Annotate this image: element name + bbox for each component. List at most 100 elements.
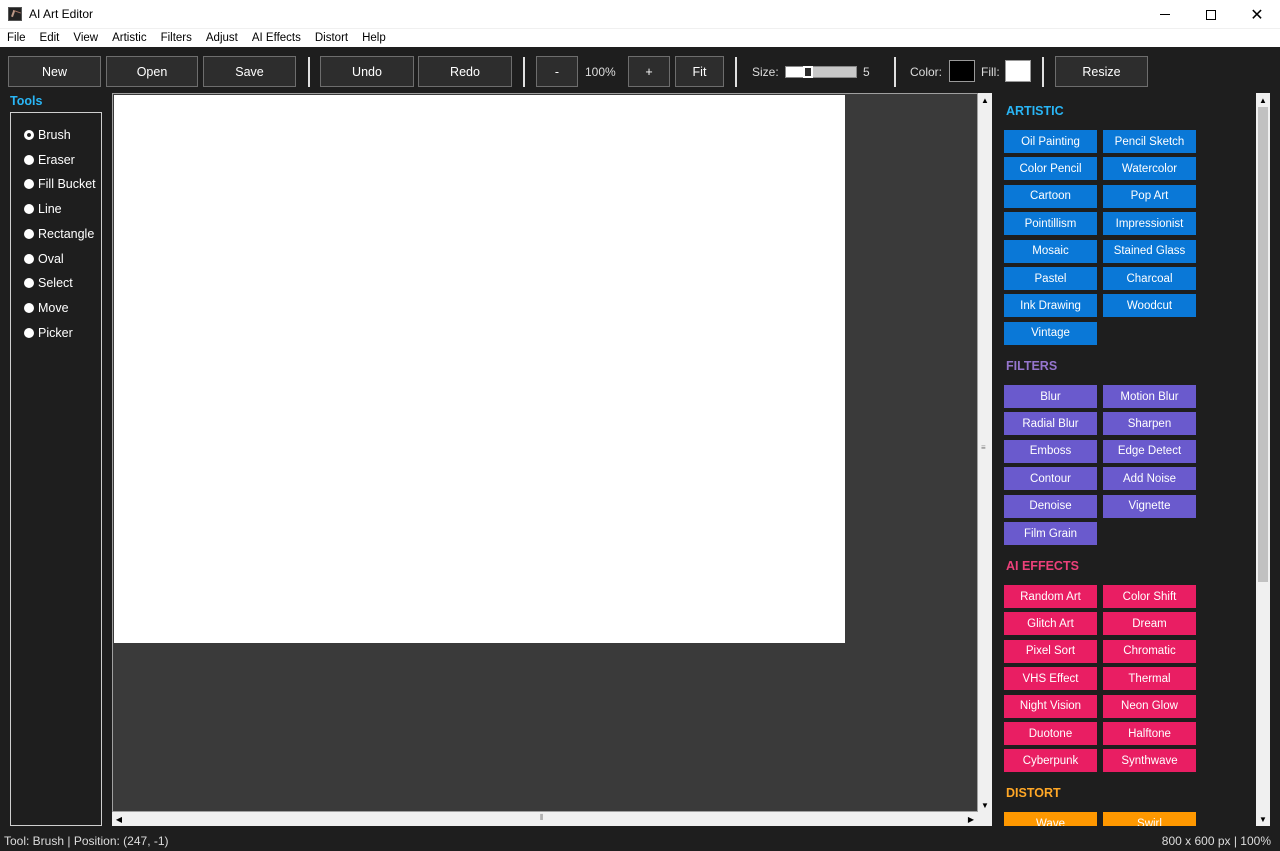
effect-button-edge-detect[interactable]: Edge Detect	[1103, 439, 1196, 463]
redo-button[interactable]: Redo	[418, 56, 512, 87]
effect-button-pop-art[interactable]: Pop Art	[1103, 184, 1196, 208]
effect-button-sharpen[interactable]: Sharpen	[1103, 412, 1196, 436]
effect-button-color-pencil[interactable]: Color Pencil	[1004, 157, 1097, 181]
radio-icon[interactable]	[24, 154, 34, 165]
maximize-button[interactable]	[1188, 0, 1234, 29]
save-button[interactable]: Save	[203, 56, 296, 87]
effect-button-oil-painting[interactable]: Oil Painting	[1004, 130, 1097, 153]
effect-button-pointillism[interactable]: Pointillism	[1004, 212, 1097, 236]
effect-button-neon-glow[interactable]: Neon Glow	[1103, 694, 1196, 718]
effect-button-charcoal[interactable]: Charcoal	[1103, 267, 1196, 290]
effect-button-motion-blur[interactable]: Motion Blur	[1103, 385, 1196, 408]
effect-button-emboss[interactable]: Emboss	[1004, 439, 1097, 463]
effect-button-film-grain[interactable]: Film Grain	[1004, 522, 1097, 545]
effect-button-night-vision[interactable]: Night Vision	[1004, 694, 1097, 718]
tool-line[interactable]: Line	[24, 201, 62, 217]
effect-button-duotone[interactable]: Duotone	[1004, 722, 1097, 745]
scroll-up-icon[interactable]: ▲	[1256, 93, 1270, 107]
effect-button-wave[interactable]: Wave	[1004, 812, 1097, 826]
effect-button-vintage[interactable]: Vintage	[1004, 321, 1097, 345]
color-swatch[interactable]	[949, 60, 975, 82]
radio-icon[interactable]	[24, 130, 34, 140]
effect-button-radial-blur[interactable]: Radial Blur	[1004, 412, 1097, 436]
menu-filters[interactable]: Filters	[154, 29, 199, 47]
close-button[interactable]: ✕	[1234, 0, 1280, 29]
radio-icon[interactable]	[24, 204, 34, 215]
effect-button-dream[interactable]: Dream	[1103, 612, 1196, 636]
brush-size-slider-handle[interactable]	[803, 66, 813, 78]
minimize-button[interactable]	[1142, 0, 1188, 29]
effect-button-cartoon[interactable]: Cartoon	[1004, 184, 1097, 208]
effect-button-stained-glass[interactable]: Stained Glass	[1103, 239, 1196, 263]
effect-button-impressionist[interactable]: Impressionist	[1103, 212, 1196, 236]
toolbar-divider	[1042, 57, 1044, 87]
effect-button-swirl[interactable]: Swirl	[1103, 812, 1196, 826]
effect-button-thermal[interactable]: Thermal	[1103, 667, 1196, 691]
menu-bar: File Edit View Artistic Filters Adjust A…	[0, 29, 1280, 47]
tool-select[interactable]: Select	[24, 275, 73, 291]
tool-brush[interactable]: Brush	[24, 127, 71, 143]
new-button[interactable]: New	[8, 56, 101, 87]
radio-icon[interactable]	[24, 253, 34, 264]
effect-button-synthwave[interactable]: Synthwave	[1103, 749, 1196, 773]
tool-move[interactable]: Move	[24, 300, 69, 316]
scroll-down-icon[interactable]: ▼	[978, 798, 992, 812]
maximize-icon	[1206, 9, 1216, 20]
radio-icon[interactable]	[24, 179, 34, 190]
fill-swatch[interactable]	[1005, 60, 1031, 82]
menu-ai-effects[interactable]: AI Effects	[245, 29, 308, 47]
menu-help[interactable]: Help	[355, 29, 393, 47]
menu-edit[interactable]: Edit	[33, 29, 67, 47]
effect-button-contour[interactable]: Contour	[1004, 467, 1097, 491]
zoom-out-button[interactable]: -	[536, 56, 578, 87]
open-button[interactable]: Open	[106, 56, 198, 87]
tool-fill-bucket[interactable]: Fill Bucket	[24, 176, 96, 192]
menu-view[interactable]: View	[66, 29, 105, 47]
effect-button-blur[interactable]: Blur	[1004, 385, 1097, 408]
canvas-horizontal-scrollbar[interactable]: ◀ ⦀ ▶	[112, 812, 978, 826]
brush-size-slider[interactable]	[785, 66, 857, 78]
scroll-down-icon[interactable]: ▼	[1256, 812, 1270, 826]
tool-eraser[interactable]: Eraser	[24, 152, 75, 168]
tool-picker[interactable]: Picker	[24, 325, 73, 341]
effect-button-pastel[interactable]: Pastel	[1004, 267, 1097, 290]
resize-button[interactable]: Resize	[1055, 56, 1148, 87]
scroll-left-icon[interactable]: ◀	[112, 812, 126, 826]
radio-icon[interactable]	[24, 278, 34, 289]
effect-button-chromatic[interactable]: Chromatic	[1103, 639, 1196, 663]
menu-distort[interactable]: Distort	[308, 29, 355, 47]
effect-button-glitch-art[interactable]: Glitch Art	[1004, 612, 1097, 636]
canvas-viewport[interactable]	[112, 93, 978, 812]
tool-rectangle[interactable]: Rectangle	[24, 226, 94, 242]
menu-file[interactable]: File	[0, 29, 33, 47]
radio-icon[interactable]	[24, 327, 34, 338]
undo-button[interactable]: Undo	[320, 56, 414, 87]
effect-button-vhs-effect[interactable]: VHS Effect	[1004, 667, 1097, 691]
radio-icon[interactable]	[24, 302, 34, 313]
tool-oval[interactable]: Oval	[24, 251, 64, 267]
effect-button-watercolor[interactable]: Watercolor	[1103, 157, 1196, 181]
canvas-vertical-scrollbar[interactable]: ▲ ≡ ▼	[978, 93, 992, 812]
effect-button-cyberpunk[interactable]: Cyberpunk	[1004, 749, 1097, 773]
scroll-right-icon[interactable]: ▶	[964, 812, 978, 826]
effect-button-random-art[interactable]: Random Art	[1004, 585, 1097, 608]
effects-panel-scrollbar[interactable]: ▲ ▼	[1256, 93, 1270, 826]
effect-button-pixel-sort[interactable]: Pixel Sort	[1004, 639, 1097, 663]
effect-button-pencil-sketch[interactable]: Pencil Sketch	[1103, 130, 1196, 153]
effect-button-mosaic[interactable]: Mosaic	[1004, 239, 1097, 263]
drawing-canvas[interactable]	[114, 95, 845, 643]
fit-button[interactable]: Fit	[675, 56, 724, 87]
menu-artistic[interactable]: Artistic	[105, 29, 154, 47]
effect-button-vignette[interactable]: Vignette	[1103, 494, 1196, 518]
effect-button-color-shift[interactable]: Color Shift	[1103, 585, 1196, 608]
effects-panel-scroll-thumb[interactable]	[1258, 107, 1268, 582]
effect-button-halftone[interactable]: Halftone	[1103, 722, 1196, 745]
scroll-up-icon[interactable]: ▲	[978, 93, 992, 107]
menu-adjust[interactable]: Adjust	[199, 29, 245, 47]
effect-button-woodcut[interactable]: Woodcut	[1103, 294, 1196, 318]
effect-button-add-noise[interactable]: Add Noise	[1103, 467, 1196, 491]
effect-button-ink-drawing[interactable]: Ink Drawing	[1004, 294, 1097, 318]
effect-button-denoise[interactable]: Denoise	[1004, 494, 1097, 518]
radio-icon[interactable]	[24, 228, 34, 239]
zoom-in-button[interactable]: +	[628, 56, 670, 87]
